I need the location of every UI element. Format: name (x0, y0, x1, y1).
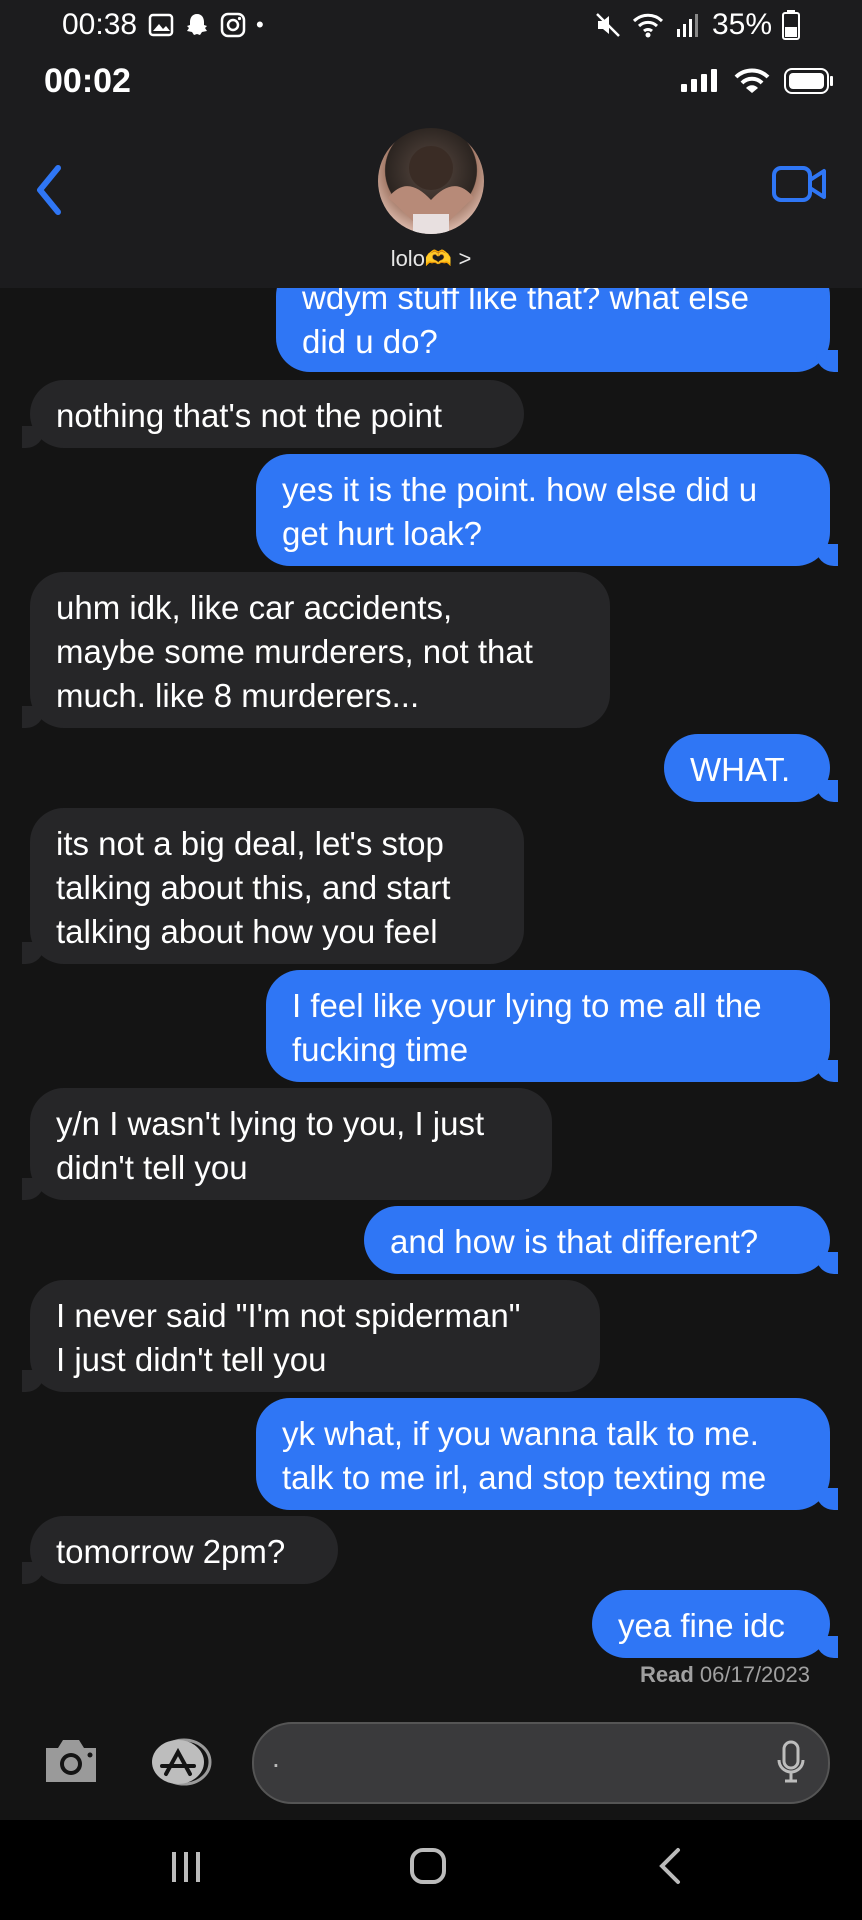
wifi-icon (632, 13, 664, 38)
back-chevron-icon (37, 165, 61, 215)
home-button[interactable] (408, 1846, 448, 1891)
back-nav-icon (659, 1848, 680, 1884)
instagram-icon (220, 12, 246, 38)
battery-percent: 35% (711, 8, 772, 41)
snapchat-icon (187, 14, 207, 35)
notification-icons: • (148, 12, 264, 38)
mute-icon (596, 13, 620, 37)
message-thread[interactable]: wdym stuff like that? what else did u do… (0, 288, 862, 1718)
message-bubble-sent[interactable]: yk what, if you wanna talk to me. talk t… (256, 1398, 838, 1510)
message-bubble-received[interactable]: its not a big deal, let's stop talking a… (22, 808, 524, 964)
gallery-icon (148, 13, 174, 37)
android-navigation-bar (0, 1820, 862, 1920)
signal-icon (681, 69, 717, 92)
facetime-video-button[interactable] (772, 160, 828, 208)
microphone-icon (777, 1740, 805, 1783)
app-store-icon (152, 1738, 212, 1786)
video-camera-icon (772, 166, 826, 202)
message-input[interactable]: . (252, 1722, 830, 1804)
message-bubble-sent[interactable]: and how is that different? (364, 1206, 838, 1274)
android-status-bar: 00:38 • 35% (0, 0, 862, 52)
back-nav-button[interactable] (652, 1846, 688, 1891)
message-bubble-received[interactable]: I never said "I'm not spiderman" I just … (22, 1280, 600, 1392)
recent-apps-icon (172, 1852, 200, 1882)
ios-clock: 00:02 (44, 62, 131, 100)
back-button[interactable] (30, 160, 70, 220)
recent-apps-button[interactable] (168, 1846, 204, 1891)
conversation-header: 00:02 lolo🫶 > (0, 52, 862, 288)
more-notifications-dot: • (256, 12, 264, 37)
wifi-icon (734, 68, 770, 93)
avatar-photo (388, 146, 474, 234)
battery-icon (784, 68, 833, 94)
composer-bar: . (0, 1718, 862, 1820)
camera-button[interactable] (42, 1736, 100, 1786)
message-bubble-received[interactable]: nothing that's not the point (22, 380, 524, 448)
message-bubble-received[interactable]: uhm idk, like car accidents, maybe some … (22, 572, 610, 728)
message-bubble-sent[interactable]: wdym stuff like that? what else did u do… (276, 288, 838, 372)
read-receipt: Read 06/17/2023 (640, 1662, 810, 1688)
message-bubble-received[interactable]: tomorrow 2pm? (22, 1516, 338, 1584)
message-bubble-received[interactable]: y/n I wasn't lying to you, I just didn't… (22, 1088, 552, 1200)
message-bubble-sent[interactable]: WHAT. (664, 734, 838, 802)
signal-icon (676, 14, 698, 37)
read-date: 06/17/2023 (699, 1662, 810, 1687)
android-clock: 00:38 (62, 8, 138, 41)
home-icon (410, 1848, 446, 1884)
dictation-button[interactable] (776, 1740, 806, 1784)
message-bubble-sent[interactable]: yes it is the point. how else did u get … (256, 454, 838, 566)
battery-icon (782, 10, 800, 40)
app-store-button[interactable] (146, 1738, 212, 1786)
read-label: Read (639, 1662, 694, 1687)
camera-icon (46, 1740, 96, 1782)
message-bubble-sent[interactable]: I feel like your lying to me all the fuc… (266, 970, 838, 1082)
contact-avatar[interactable] (378, 128, 484, 234)
contact-name[interactable]: lolo🫶 > (0, 246, 862, 272)
ios-system-icons (680, 68, 834, 94)
message-input-text: . (272, 1742, 280, 1773)
message-bubble-sent[interactable]: yea fine idc (592, 1590, 838, 1658)
